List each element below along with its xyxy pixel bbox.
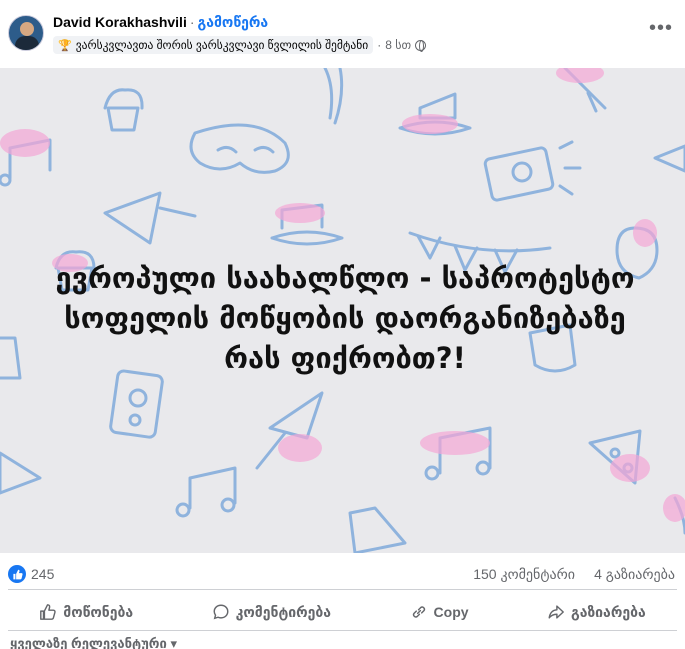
post-image[interactable]: ევროპული საახალწლო - საპროტესტო სოფელის …	[0, 68, 685, 553]
follow-button[interactable]: გამოწერა	[198, 14, 269, 30]
more-icon[interactable]: •••	[649, 18, 673, 38]
divider	[8, 589, 677, 590]
like-icon	[40, 604, 56, 620]
copy-icon	[412, 606, 425, 618]
divider	[8, 630, 677, 631]
author-name[interactable]: David Korakhashvili	[53, 14, 187, 30]
like-button[interactable]: მოწონება	[31, 596, 141, 628]
share-icon	[548, 605, 564, 619]
shares-count[interactable]: 4 გაზიარება	[594, 566, 675, 583]
copy-label: Copy	[433, 604, 469, 620]
globe-icon	[415, 39, 427, 52]
copy-button[interactable]: Copy	[402, 596, 477, 628]
post-stats: 245 150 კომენტარი 4 გაზიარება	[0, 560, 685, 588]
name-separator: ·	[189, 14, 195, 30]
like-reaction-icon[interactable]	[8, 565, 26, 583]
avatar[interactable]	[8, 15, 44, 51]
comment-icon	[213, 604, 229, 620]
comment-label: კომენტირება	[235, 603, 332, 620]
contributor-badge[interactable]: 🏆 ვარსკვლავთა შორის ვარსკვლავი წვლილის შ…	[53, 36, 374, 54]
post-image-text: ევროპული საახალწლო - საპროტესტო სოფელის …	[55, 261, 635, 375]
like-count[interactable]: 245	[31, 566, 54, 582]
badge-text: ვარსკვლავთა შორის ვარსკვლავი წვლილის შემ…	[75, 40, 369, 52]
meta-separator: ·	[377, 38, 382, 52]
share-label: გაზიარება	[571, 603, 646, 620]
action-bar: მოწონება კომენტირება Copy გაზიარება	[0, 596, 685, 628]
post-time[interactable]: 8 სთ	[385, 38, 411, 52]
comments-filter-dropdown[interactable]: ყველაზე რელევანტური ▾	[10, 636, 177, 649]
like-label: მოწონება	[63, 603, 134, 620]
author-line: David Korakhashvili · გამოწერა	[53, 14, 268, 31]
trophy-icon: 🏆	[58, 39, 72, 52]
share-button[interactable]: გაზიარება	[539, 596, 654, 628]
comment-button[interactable]: კომენტირება	[204, 596, 339, 628]
post-header: David Korakhashvili · გამოწერა 🏆 ვარსკვლავ…	[0, 0, 685, 68]
comments-count[interactable]: 150 კომენტარი	[473, 566, 575, 583]
post-meta: 🏆 ვარსკვლავთა შორის ვარსკვლავი წვლილის შ…	[53, 36, 427, 54]
